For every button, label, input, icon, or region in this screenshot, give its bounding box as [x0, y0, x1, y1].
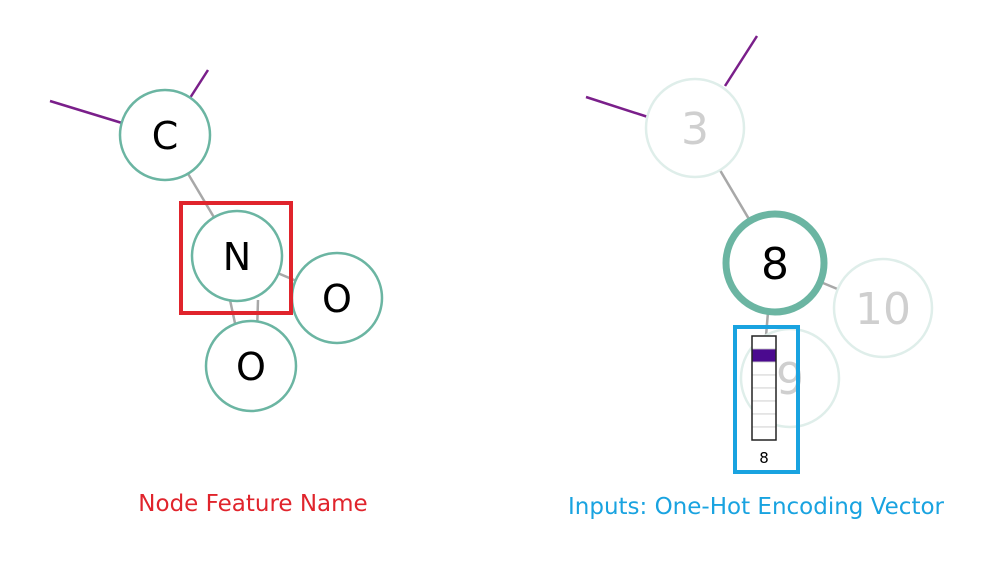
node-o-bottom-label: O: [236, 345, 266, 389]
edge-3-external-2: [723, 35, 759, 87]
onehot-cell-active: [751, 348, 777, 363]
onehot-cell: [751, 387, 777, 402]
onehot-cell: [751, 335, 777, 350]
edge-3-external-1: [585, 95, 649, 119]
edge-c-external-1: [49, 99, 123, 125]
onehot-vector: [751, 335, 777, 441]
onehot-cell: [751, 374, 777, 389]
right-graph: 3 10 9 8 8: [585, 35, 934, 474]
onehot-cell: [751, 413, 777, 428]
left-graph: C O O N: [49, 69, 384, 413]
node-3-label: 3: [681, 104, 709, 155]
onehot-cell: [751, 426, 777, 441]
node-8-label: 8: [761, 239, 789, 290]
node-8: 8: [722, 210, 828, 316]
node-o-right-label: O: [322, 277, 352, 321]
onehot-cell: [751, 361, 777, 376]
node-c: C: [118, 88, 212, 182]
node-10-label: 10: [855, 284, 911, 335]
node-o-bottom: O: [204, 319, 298, 413]
left-caption: Node Feature Name: [138, 491, 368, 517]
node-10: 10: [832, 257, 934, 359]
node-o-right: O: [290, 251, 384, 345]
node-3: 3: [644, 77, 746, 179]
node-n: N: [190, 209, 284, 303]
node-c-label: C: [152, 114, 179, 158]
edge-c-external-2: [188, 69, 210, 99]
onehot-vector-label: 8: [759, 449, 769, 467]
onehot-cell: [751, 400, 777, 415]
right-caption: Inputs: One-Hot Encoding Vector: [567, 494, 945, 520]
node-n-label: N: [223, 235, 251, 279]
